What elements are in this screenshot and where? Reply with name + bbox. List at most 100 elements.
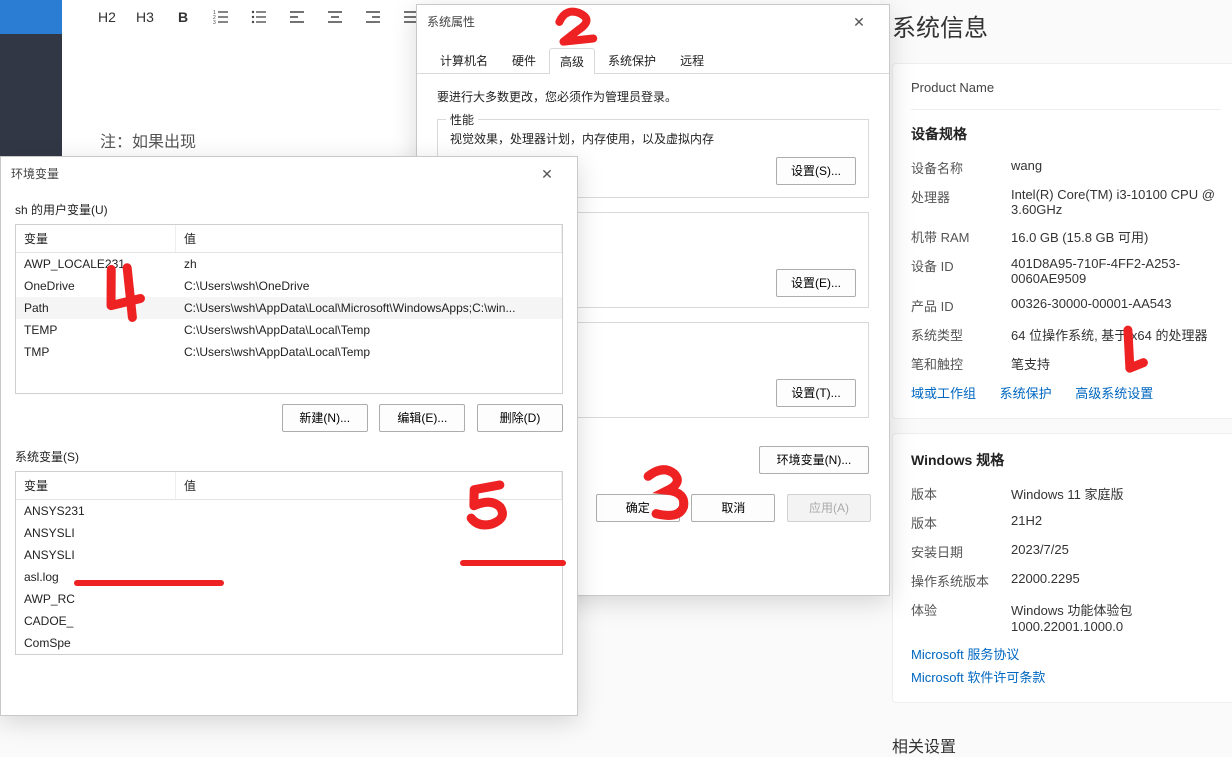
tab-computer-name[interactable]: 计算机名 bbox=[429, 47, 499, 73]
tab-advanced[interactable]: 高级 bbox=[549, 48, 595, 74]
perf-title: 性能 bbox=[446, 111, 478, 128]
env-row[interactable]: PathC:\Users\wsh\AppData\Local\Microsoft… bbox=[16, 297, 562, 319]
spec-val: 16.0 GB (15.8 GB 可用) bbox=[1011, 227, 1148, 246]
th-val-sys[interactable]: 值 bbox=[176, 472, 562, 499]
env-row[interactable]: ANSYSLI bbox=[16, 522, 562, 544]
win-spec-row: 版本Windows 11 家庭版 bbox=[911, 484, 1221, 503]
tab-hardware[interactable]: 硬件 bbox=[501, 47, 547, 73]
spec-key: 处理器 bbox=[911, 187, 1011, 217]
th-var-sys[interactable]: 变量 bbox=[16, 472, 176, 499]
spec-val: Windows 功能体验包 1000.22001.1000.0 bbox=[1011, 600, 1221, 634]
ok-button[interactable]: 确定 bbox=[596, 494, 680, 522]
spec-key: 系统类型 bbox=[911, 325, 1011, 344]
tab-remote[interactable]: 远程 bbox=[669, 47, 715, 73]
spec-key: 版本 bbox=[911, 484, 1011, 503]
user-edit-button[interactable]: 编辑(E)... bbox=[379, 404, 465, 432]
spec-key: 设备 ID bbox=[911, 256, 1011, 286]
tab-sysprotect[interactable]: 系统保护 bbox=[597, 47, 667, 73]
svg-text:3: 3 bbox=[213, 20, 216, 25]
spec-key: 产品 ID bbox=[911, 296, 1011, 315]
unordered-list-icon[interactable] bbox=[242, 4, 276, 30]
apply-button[interactable]: 应用(A) bbox=[787, 494, 871, 522]
link-advanced-settings[interactable]: 高级系统设置 bbox=[1075, 386, 1153, 401]
h2-button[interactable]: H2 bbox=[90, 4, 124, 30]
product-name-label: Product Name bbox=[911, 80, 1221, 95]
env-key: AWP_RC bbox=[16, 588, 176, 610]
spec-row: 处理器Intel(R) Core(TM) i3-10100 CPU @ 3.60… bbox=[911, 187, 1221, 217]
th-val[interactable]: 值 bbox=[176, 225, 562, 252]
env-row[interactable]: CADOE_ bbox=[16, 610, 562, 632]
env-vars-button[interactable]: 环境变量(N)... bbox=[759, 446, 869, 474]
close-icon[interactable]: ✕ bbox=[839, 5, 879, 39]
device-spec-card: Product Name 设备规格 设备名称wang处理器Intel(R) Co… bbox=[892, 63, 1232, 419]
env-key: ANSYSLI bbox=[16, 522, 176, 544]
env-val bbox=[176, 632, 562, 654]
device-spec-title: 设备规格 bbox=[911, 124, 1221, 144]
env-val: C:\Users\wsh\AppData\Local\Microsoft\Win… bbox=[176, 297, 562, 319]
env-key: Path bbox=[16, 297, 176, 319]
spec-row: 机带 RAM16.0 GB (15.8 GB 可用) bbox=[911, 227, 1221, 246]
align-left-icon[interactable] bbox=[280, 4, 314, 30]
spec-row: 笔和触控笔支持 bbox=[911, 354, 1221, 373]
env-row[interactable]: AWP_LOCALE231zh bbox=[16, 253, 562, 275]
link-domain[interactable]: 域或工作组 bbox=[911, 386, 976, 401]
th-var[interactable]: 变量 bbox=[16, 225, 176, 252]
spec-key: 操作系统版本 bbox=[911, 571, 1011, 590]
annotation-underline-new bbox=[460, 560, 566, 566]
user-vars-table[interactable]: 变量 值 AWP_LOCALE231zhOneDriveC:\Users\wsh… bbox=[15, 224, 563, 394]
cancel-button[interactable]: 取消 bbox=[691, 494, 775, 522]
spec-key: 体验 bbox=[911, 600, 1011, 634]
spec-val: 64 位操作系统, 基于 x64 的处理器 bbox=[1011, 325, 1207, 344]
sys-vars-label: 系统变量(S) bbox=[1, 442, 577, 471]
env-val bbox=[176, 522, 562, 544]
env-key: ComSpe bbox=[16, 632, 176, 654]
spec-row: 设备 ID401D8A95-710F-4FF2-A253-0060AE9509 bbox=[911, 256, 1221, 286]
windows-spec-card: Windows 规格 版本Windows 11 家庭版版本21H2安装日期202… bbox=[892, 433, 1232, 703]
env-key: OneDrive bbox=[16, 275, 176, 297]
editor-note-text: 注：如果出现 bbox=[100, 128, 196, 152]
sidebar-dark bbox=[0, 34, 62, 160]
env-row[interactable]: AWP_RC bbox=[16, 588, 562, 610]
link-ms-license[interactable]: Microsoft 软件许可条款 bbox=[911, 667, 1221, 686]
spec-val: 22000.2295 bbox=[1011, 571, 1080, 590]
link-sysprotect[interactable]: 系统保护 bbox=[1000, 386, 1052, 401]
startup-settings-button[interactable]: 设置(T)... bbox=[776, 379, 856, 407]
link-ms-terms[interactable]: Microsoft 服务协议 bbox=[911, 644, 1221, 663]
h3-button[interactable]: H3 bbox=[128, 4, 162, 30]
spec-row: 产品 ID00326-30000-00001-AA543 bbox=[911, 296, 1221, 315]
user-delete-button[interactable]: 删除(D) bbox=[477, 404, 563, 432]
align-center-icon[interactable] bbox=[318, 4, 352, 30]
env-key: TEMP bbox=[16, 319, 176, 341]
env-row[interactable]: ANSYS231 bbox=[16, 500, 562, 522]
spec-val: 21H2 bbox=[1011, 513, 1042, 532]
env-row[interactable]: ComSpe bbox=[16, 632, 562, 654]
close-icon[interactable]: ✕ bbox=[527, 157, 567, 191]
env-val: zh bbox=[176, 253, 562, 275]
win-spec-title: Windows 规格 bbox=[911, 450, 1221, 470]
env-val bbox=[176, 610, 562, 632]
ordered-list-icon[interactable]: 123 bbox=[204, 4, 238, 30]
profile-settings-button[interactable]: 设置(E)... bbox=[776, 269, 856, 297]
spec-val: 00326-30000-00001-AA543 bbox=[1011, 296, 1171, 315]
page-title: 系统信息 bbox=[892, 8, 1232, 43]
env-key: ANSYSLI bbox=[16, 544, 176, 566]
env-row[interactable]: TEMPC:\Users\wsh\AppData\Local\Temp bbox=[16, 319, 562, 341]
align-right-icon[interactable] bbox=[356, 4, 390, 30]
spec-key: 设备名称 bbox=[911, 158, 1011, 177]
spec-val: 笔支持 bbox=[1011, 354, 1050, 373]
dialog-title-text: 系统属性 bbox=[427, 5, 475, 39]
env-row[interactable]: TMPC:\Users\wsh\AppData\Local\Temp bbox=[16, 341, 562, 363]
win-spec-row: 体验Windows 功能体验包 1000.22001.1000.0 bbox=[911, 600, 1221, 634]
spec-key: 机带 RAM bbox=[911, 227, 1011, 246]
spec-val: 2023/7/25 bbox=[1011, 542, 1069, 561]
env-val: C:\Users\wsh\AppData\Local\Temp bbox=[176, 341, 562, 363]
env-key: TMP bbox=[16, 341, 176, 363]
user-new-button[interactable]: 新建(N)... bbox=[282, 404, 368, 432]
win-spec-row: 安装日期2023/7/25 bbox=[911, 542, 1221, 561]
perf-settings-button[interactable]: 设置(S)... bbox=[776, 157, 856, 185]
spec-key: 安装日期 bbox=[911, 542, 1011, 561]
env-vars-dialog: 环境变量 ✕ sh 的用户变量(U) 变量 值 AWP_LOCALE231zhO… bbox=[0, 156, 578, 716]
env-row[interactable]: OneDriveC:\Users\wsh\OneDrive bbox=[16, 275, 562, 297]
bold-button[interactable]: B bbox=[166, 4, 200, 30]
envvars-title: 环境变量 bbox=[11, 157, 59, 191]
